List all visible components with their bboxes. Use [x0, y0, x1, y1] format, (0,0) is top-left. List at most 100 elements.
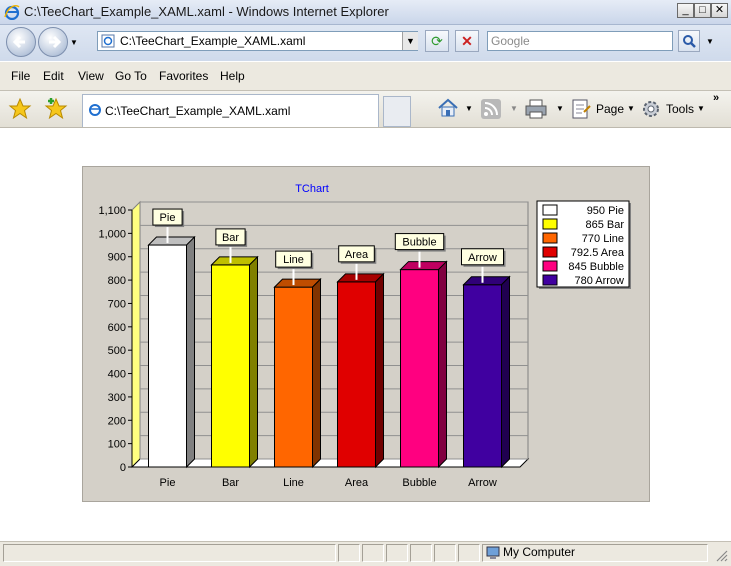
maximize-button[interactable]: □ [694, 3, 711, 18]
favorites-star-icon[interactable] [8, 97, 32, 121]
y-tick-label: 200 [108, 415, 126, 427]
forward-button[interactable] [38, 27, 68, 57]
home-icon[interactable] [437, 98, 459, 118]
tab-ie-icon [89, 104, 101, 116]
bar [211, 264, 250, 468]
callout-label: Bar [222, 232, 239, 244]
bar-side [501, 275, 510, 469]
tab-title: C:\TeeChart_Example_XAML.xaml [105, 104, 291, 118]
refresh-icon: ⟳ [431, 33, 443, 49]
minimize-button[interactable]: _ [677, 3, 694, 18]
bar [274, 286, 313, 468]
legend-swatch [542, 232, 558, 244]
x-tick-label: Line [283, 477, 304, 489]
legend-item: 770 Line [582, 233, 624, 245]
stop-icon: ✕ [461, 33, 473, 49]
status-cell [458, 544, 480, 562]
x-tick-label: Pie [160, 477, 176, 489]
menu-goto[interactable]: Go To [115, 69, 147, 83]
toolbar-overflow-icon[interactable]: » [713, 92, 719, 104]
menu-edit[interactable]: Edit [43, 69, 64, 83]
status-cell [434, 544, 456, 562]
x-tick-label: Arrow [468, 477, 497, 489]
y-tick-label: 900 [108, 252, 126, 264]
forward-arrow-icon [49, 35, 62, 49]
bar-side [249, 255, 258, 469]
legend-swatch [542, 204, 558, 216]
y-tick-label: 100 [108, 439, 126, 451]
legend-swatch [542, 274, 558, 286]
chart-title: TChart [295, 183, 329, 195]
menu-file[interactable]: File [11, 69, 30, 83]
refresh-button[interactable]: ⟳ [425, 30, 449, 52]
page-menu-label[interactable]: Page [596, 102, 624, 116]
page-menu-icon[interactable] [570, 98, 592, 120]
bar [148, 244, 187, 468]
status-cell [410, 544, 432, 562]
x-tick-label: Bubble [402, 477, 436, 489]
status-main-cell [3, 544, 336, 562]
new-tab-button[interactable] [383, 96, 411, 127]
menu-bar [0, 62, 731, 91]
callout-label: Bubble [402, 237, 436, 249]
add-favorite-icon[interactable] [44, 97, 68, 121]
search-placeholder: Google [491, 34, 530, 48]
legend-item: 780 Arrow [574, 275, 624, 287]
back-button[interactable] [6, 27, 36, 57]
print-dropdown-icon[interactable]: ▼ [556, 104, 564, 113]
y-tick-label: 800 [108, 275, 126, 287]
tools-dropdown-icon[interactable]: ▼ [697, 104, 705, 113]
bar-chart: TChart 0 100 200 300 400 500 600 700 800 900 1,000… [98, 183, 631, 489]
back-arrow-icon [12, 35, 25, 49]
home-dropdown-icon[interactable]: ▼ [465, 104, 473, 113]
menu-favorites[interactable]: Favorites [159, 69, 208, 83]
callout-label: Pie [160, 212, 176, 224]
legend-item: 865 Bar [585, 219, 624, 231]
menu-view[interactable]: View [78, 69, 104, 83]
security-zone-label: My Computer [503, 545, 576, 559]
window-title: C:\TeeChart_Example_XAML.xaml - Windows … [24, 4, 389, 19]
tools-menu-label[interactable]: Tools [666, 102, 694, 116]
feed-dropdown-icon[interactable]: ▼ [510, 104, 518, 113]
y-tick-label: 1,000 [98, 228, 126, 240]
bar [400, 269, 439, 468]
page-icon [101, 34, 115, 48]
status-cell [386, 544, 408, 562]
y-tick-label: 600 [108, 322, 126, 334]
chart-left-wall [131, 200, 141, 469]
x-tick-label: Area [345, 477, 369, 489]
search-options-icon[interactable]: ▼ [706, 37, 714, 46]
status-cell [338, 544, 360, 562]
bar-side [438, 260, 447, 469]
callout-label: Area [345, 249, 369, 261]
history-dropdown-icon[interactable]: ▼ [70, 38, 80, 47]
address-value: C:\TeeChart_Example_XAML.xaml [120, 34, 306, 48]
callout-label: Arrow [468, 252, 497, 264]
bar-side [312, 277, 321, 469]
y-tick-label: 400 [108, 369, 126, 381]
x-tick-label: Bar [222, 477, 239, 489]
y-tick-label: 0 [120, 462, 126, 474]
bar [337, 281, 376, 468]
page-dropdown-icon[interactable]: ▼ [627, 104, 635, 113]
menu-help[interactable]: Help [220, 69, 245, 83]
magnifier-icon [683, 35, 696, 48]
resize-grip-icon[interactable] [714, 548, 728, 562]
status-cell [362, 544, 384, 562]
bar-side [375, 272, 384, 469]
legend-item: 950 Pie [587, 205, 624, 217]
callout-label: Line [283, 254, 304, 266]
stop-button[interactable]: ✕ [455, 30, 479, 52]
bar-side [186, 235, 195, 469]
address-dropdown-icon[interactable]: ▼ [402, 32, 418, 50]
rss-feed-icon[interactable] [480, 98, 502, 120]
y-tick-label: 700 [108, 298, 126, 310]
search-button[interactable] [678, 30, 700, 52]
print-icon[interactable] [524, 98, 548, 120]
bar [463, 284, 502, 468]
legend-swatch [542, 218, 558, 230]
ie-logo-icon [4, 5, 20, 20]
tools-gear-icon[interactable] [640, 98, 662, 120]
legend-swatch [542, 260, 558, 272]
close-button[interactable]: ✕ [711, 3, 728, 18]
